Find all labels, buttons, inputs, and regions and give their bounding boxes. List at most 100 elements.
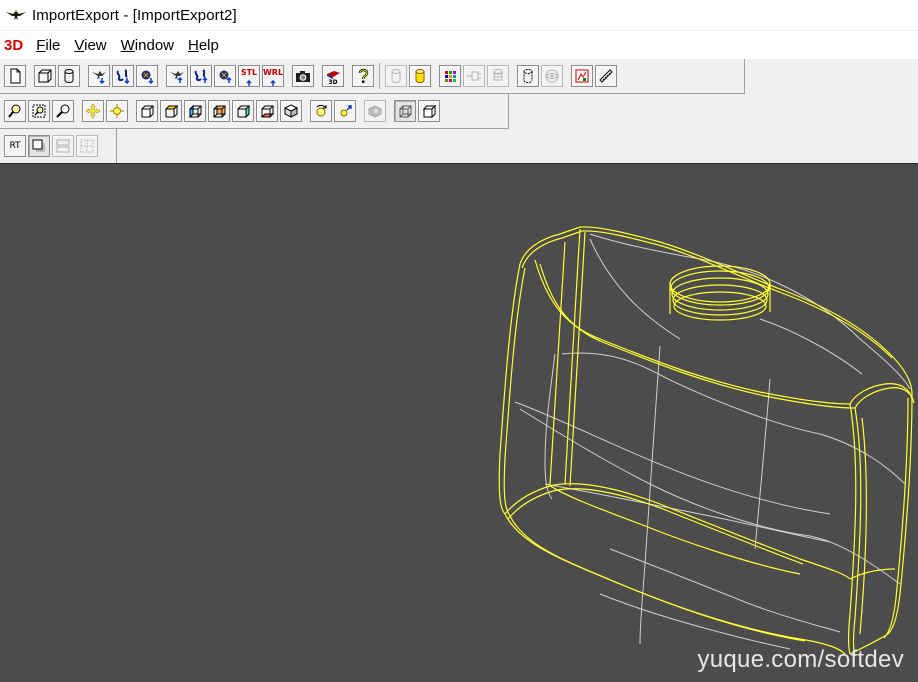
zoom-fit-button[interactable] <box>28 100 50 122</box>
cylinder-outline-icon <box>391 69 401 83</box>
zoom-dynamic-button[interactable] <box>52 100 74 122</box>
dotted-grid-icon <box>80 139 94 153</box>
eye-icon <box>545 69 559 83</box>
title-bar: ImportExport - [ImportExport2] <box>0 0 918 30</box>
pan-arrows-icon <box>85 103 101 119</box>
rotate-icon <box>316 104 327 117</box>
pan-button[interactable] <box>82 100 104 122</box>
rt-label: RT <box>9 141 21 151</box>
toolbar-2 <box>3 94 441 128</box>
export-stl-button[interactable]: STL <box>238 65 260 87</box>
wireframe-mode-button[interactable] <box>394 100 416 122</box>
cube-front-icon <box>141 105 154 118</box>
export-arrow-icon <box>170 71 184 83</box>
erase-button[interactable] <box>517 65 539 87</box>
export-wrl-button[interactable]: WRL <box>262 65 284 87</box>
menu-help[interactable]: Help <box>181 37 226 54</box>
shadows-button[interactable] <box>28 135 50 157</box>
view-left-button[interactable] <box>184 100 206 122</box>
camera-icon <box>296 71 310 82</box>
3d-viewport[interactable]: yuque.com/softdev <box>0 163 918 682</box>
material-button[interactable] <box>463 65 485 87</box>
import-arrow-icon <box>92 71 106 84</box>
shading-button[interactable] <box>571 65 593 87</box>
cube-bottom-icon <box>260 105 275 118</box>
reset-view-icon <box>340 105 352 117</box>
hidden-line-button[interactable] <box>364 100 386 122</box>
menu-view[interactable]: View <box>67 37 113 54</box>
view-back-button[interactable] <box>208 100 230 122</box>
export-stl-arrow-icon <box>246 79 252 86</box>
export-3d-button[interactable]: 3D <box>322 65 344 87</box>
reflections-button[interactable] <box>52 135 74 157</box>
toolbar-3: RT <box>3 129 99 163</box>
zoom-window-button[interactable] <box>4 100 26 122</box>
wireframe-bottle-model[interactable] <box>0 164 918 682</box>
color-grid-icon <box>445 71 456 82</box>
iges-import-icon <box>116 69 130 84</box>
cylinder-yellow-icon <box>415 69 425 83</box>
new-document-icon <box>10 68 21 84</box>
view-top-button[interactable] <box>160 100 182 122</box>
cube-back-icon <box>213 105 226 118</box>
import-iges-button[interactable] <box>112 65 134 87</box>
cube-top-icon <box>164 104 179 118</box>
stacked-panels-icon <box>56 139 70 153</box>
zoom-dynamic-icon <box>56 104 70 118</box>
app-logo-3d: 3D <box>4 36 24 54</box>
cylinder-icon <box>64 69 74 83</box>
zoom-window-icon <box>8 104 21 118</box>
cylinder-primitive-button[interactable] <box>58 65 80 87</box>
snapshot-button[interactable] <box>292 65 314 87</box>
step-import-icon <box>141 70 154 84</box>
help-question-icon <box>358 68 369 83</box>
view-axo-button[interactable] <box>280 100 302 122</box>
export-step-button[interactable] <box>214 65 236 87</box>
ruler-icon <box>599 69 613 83</box>
import-step-button[interactable] <box>136 65 158 87</box>
display-mode-button[interactable] <box>541 65 563 87</box>
ray-tracing-button[interactable]: RT <box>4 135 26 157</box>
global-pan-button[interactable] <box>106 100 128 122</box>
plug-icon <box>467 71 481 81</box>
export-wrl-arrow-icon <box>270 79 276 86</box>
cube-iso-icon <box>283 104 299 118</box>
eagle-app-icon <box>6 9 26 20</box>
shading-palette-icon <box>575 69 589 83</box>
window-title: ImportExport - [ImportExport2] <box>32 6 237 24</box>
shadow-box-icon <box>32 139 45 152</box>
export-iges-button[interactable] <box>190 65 212 87</box>
box-primitive-button[interactable] <box>34 65 56 87</box>
menu-bar: 3D File View Window Help <box>0 31 918 59</box>
cube-right-icon <box>237 104 250 119</box>
watermark-text: yuque.com/softdev <box>697 646 904 673</box>
view-right-button[interactable] <box>232 100 254 122</box>
export-button[interactable] <box>166 65 188 87</box>
dashed-cylinder-icon <box>523 69 533 83</box>
shaded-mode-button[interactable] <box>418 100 440 122</box>
shaded-cylinder-button[interactable] <box>409 65 431 87</box>
wireframe-cube-icon <box>399 105 412 118</box>
cylinder-striped-icon <box>493 69 503 81</box>
outline-lines <box>498 226 915 657</box>
import-button[interactable] <box>88 65 110 87</box>
color-button[interactable] <box>439 65 461 87</box>
new-document-button[interactable] <box>4 65 26 87</box>
step-export-icon <box>219 70 232 83</box>
menu-window[interactable]: Window <box>114 37 181 54</box>
wire-cylinder-button[interactable] <box>385 65 407 87</box>
iges-export-icon <box>194 69 208 83</box>
measure-button[interactable] <box>595 65 617 87</box>
view-front-button[interactable] <box>136 100 158 122</box>
antialiasing-button[interactable] <box>76 135 98 157</box>
cube-left-icon <box>189 104 202 119</box>
reset-view-button[interactable] <box>334 100 356 122</box>
rotate-button[interactable] <box>310 100 332 122</box>
menu-file[interactable]: File <box>29 37 67 54</box>
mesh-lines <box>514 233 911 650</box>
help-button[interactable] <box>352 65 374 87</box>
machine-part-icon <box>368 105 382 118</box>
box-icon <box>38 69 52 83</box>
view-bottom-button[interactable] <box>256 100 278 122</box>
transparency-button[interactable] <box>487 65 509 87</box>
